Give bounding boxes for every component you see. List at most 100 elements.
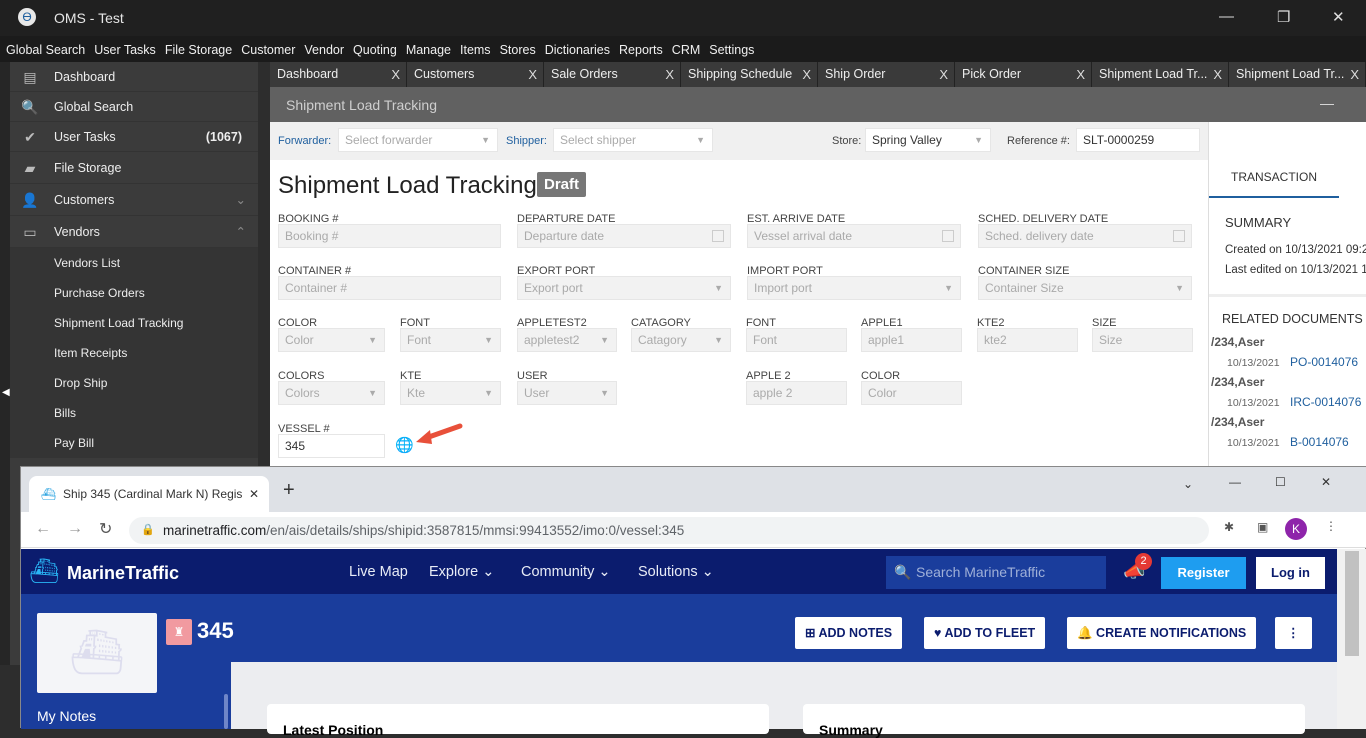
sidebar-item[interactable]: ▰ File Storage <box>10 152 258 184</box>
url-input[interactable]: 🔒 marinetraffic.com/en/ais/details/ships/… <box>129 517 1209 544</box>
register-button[interactable]: Register <box>1161 557 1246 589</box>
more-options-button[interactable]: ⋮ <box>1275 617 1312 649</box>
close-tab-icon[interactable]: X <box>802 62 811 87</box>
form-field-input[interactable]: Font ▼ <box>400 328 501 352</box>
calendar-icon[interactable] <box>942 230 954 242</box>
form-field-input[interactable]: apple 2 <box>746 381 847 405</box>
doc-link[interactable]: PO-0014076 <box>1290 355 1358 369</box>
doc-link[interactable]: IRC-0014076 <box>1290 395 1361 409</box>
menu-item[interactable]: Quoting <box>353 36 397 62</box>
globe-icon[interactable]: 🌐 <box>395 436 414 454</box>
sidebar-subitem[interactable]: Bills <box>10 398 258 428</box>
form-field-input[interactable]: Color <box>861 381 962 405</box>
form-field-input[interactable]: Vessel arrival date <box>747 224 961 248</box>
sidebar-item[interactable]: ▭ Vendors ⌃ <box>10 216 258 248</box>
form-field-input[interactable]: Kte ▼ <box>400 381 501 405</box>
doc-link[interactable]: B-0014076 <box>1290 435 1349 449</box>
profile-avatar[interactable]: K <box>1285 518 1307 540</box>
minimize-panel-button[interactable]: — <box>1320 85 1334 121</box>
tab-item[interactable]: Dashboard X <box>270 62 407 87</box>
new-tab-button[interactable]: + <box>283 479 295 502</box>
menu-item[interactable]: Stores <box>500 36 536 62</box>
menu-icon[interactable]: ⋮ <box>1325 519 1337 533</box>
tab-item[interactable]: Shipping Schedule X <box>681 62 818 87</box>
maximize-icon[interactable]: ☐ <box>1275 475 1286 489</box>
reference-input[interactable]: SLT-0000259 <box>1076 128 1200 152</box>
sidebar-subitem[interactable]: Purchase Orders <box>10 278 258 308</box>
puzzle-icon[interactable]: ✱ <box>1224 520 1234 534</box>
tab-item[interactable]: Customers X <box>407 62 544 87</box>
menu-item[interactable]: Global Search <box>6 36 85 62</box>
minimize-icon[interactable]: — <box>1229 475 1241 489</box>
back-icon[interactable]: ← <box>35 520 51 538</box>
reload-icon[interactable]: ↻ <box>99 519 112 539</box>
close-tab-icon[interactable]: ✕ <box>249 476 259 512</box>
calendar-icon[interactable] <box>712 230 724 242</box>
form-field-input[interactable]: apple1 <box>861 328 962 352</box>
menu-item[interactable]: Customer <box>241 36 295 62</box>
menu-item[interactable]: Dictionaries <box>545 36 610 62</box>
form-field-input[interactable]: Booking # <box>278 224 501 248</box>
form-field-input[interactable]: Container # <box>278 276 501 300</box>
close-tab-icon[interactable]: X <box>1350 62 1359 87</box>
close-tab-icon[interactable]: X <box>939 62 948 87</box>
form-field-input[interactable]: Container Size ▼ <box>978 276 1192 300</box>
close-window-icon[interactable]: ✕ <box>1321 475 1331 489</box>
browser-tab[interactable]: ⛴ Ship 345 (Cardinal Mark N) Regis ✕ <box>29 476 269 512</box>
form-field-input[interactable]: kte2 <box>977 328 1078 352</box>
login-button[interactable]: Log in <box>1256 557 1325 589</box>
sidebar-item[interactable]: ▤ Dashboard <box>10 62 258 92</box>
form-field-input[interactable]: Font <box>746 328 847 352</box>
tab-item[interactable]: Pick Order X <box>955 62 1092 87</box>
menu-item[interactable]: Vendor <box>304 36 344 62</box>
minimize-button[interactable]: — <box>1219 8 1234 25</box>
sidebar-subitem[interactable]: Drop Ship <box>10 368 258 398</box>
tab-item[interactable]: Shipment Load Tr... X <box>1092 62 1229 87</box>
menu-item[interactable]: Settings <box>709 36 754 62</box>
tab-item[interactable]: Shipment Load Tr... X <box>1229 62 1366 87</box>
menu-item[interactable]: Manage <box>406 36 451 62</box>
close-button[interactable]: ✕ <box>1332 8 1345 26</box>
forward-icon[interactable]: → <box>67 520 83 538</box>
nav-link[interactable]: Explore ⌄ <box>429 564 494 580</box>
sidepanel-icon[interactable]: ▣ <box>1257 520 1268 534</box>
form-field-input[interactable]: Catagory ▼ <box>631 328 731 352</box>
form-field-input[interactable]: Color ▼ <box>278 328 385 352</box>
form-field-input[interactable]: appletest2 ▼ <box>517 328 617 352</box>
search-input[interactable]: 🔍 Search MarineTraffic <box>886 556 1106 589</box>
form-field-input[interactable]: Colors ▼ <box>278 381 385 405</box>
tab-search-icon[interactable]: ⌄ <box>1183 477 1193 491</box>
form-field-input[interactable]: Import port ▼ <box>747 276 961 300</box>
close-tab-icon[interactable]: X <box>391 62 400 87</box>
collapse-strip[interactable]: ◀ <box>0 62 10 665</box>
form-field-input[interactable]: User ▼ <box>517 381 617 405</box>
restore-button[interactable]: ❐ <box>1277 8 1290 26</box>
page-scrollbar[interactable] <box>1337 549 1366 729</box>
scrollbar[interactable] <box>224 694 228 729</box>
form-field-input[interactable]: Sched. delivery date <box>978 224 1192 248</box>
nav-link[interactable]: Solutions ⌄ <box>638 564 714 580</box>
sidebar-item[interactable]: 🔍 Global Search <box>10 92 258 122</box>
store-select[interactable]: Spring Valley ▼ <box>865 128 991 152</box>
sidebar-item[interactable]: 👤 Customers ⌄ <box>10 184 258 216</box>
sidebar-item[interactable]: ✔ User Tasks (1067) <box>10 122 258 152</box>
form-field-input[interactable]: Export port ▼ <box>517 276 731 300</box>
nav-link[interactable]: Live Map <box>349 564 408 580</box>
add-to-fleet-button[interactable]: ♥ ADD TO FLEET <box>924 617 1046 649</box>
forwarder-select[interactable]: Select forwarder ▼ <box>338 128 498 152</box>
tab-item[interactable]: Ship Order X <box>818 62 955 87</box>
form-field-input[interactable]: 345 <box>278 434 385 458</box>
sidebar-subitem[interactable]: Shipment Load Tracking <box>10 308 258 338</box>
form-field-input[interactable]: Size <box>1092 328 1193 352</box>
shipper-select[interactable]: Select shipper ▼ <box>553 128 713 152</box>
close-tab-icon[interactable]: X <box>528 62 537 87</box>
my-notes-link[interactable]: My Notes <box>37 708 96 724</box>
menu-item[interactable]: File Storage <box>165 36 232 62</box>
create-notifications-button[interactable]: 🔔 CREATE NOTIFICATIONS <box>1067 617 1257 649</box>
menu-item[interactable]: Reports <box>619 36 663 62</box>
tab-transaction[interactable]: TRANSACTION <box>1209 160 1339 198</box>
form-field-input[interactable]: Departure date <box>517 224 731 248</box>
close-tab-icon[interactable]: X <box>665 62 674 87</box>
menu-item[interactable]: Items <box>460 36 491 62</box>
tab-item[interactable]: Sale Orders X <box>544 62 681 87</box>
